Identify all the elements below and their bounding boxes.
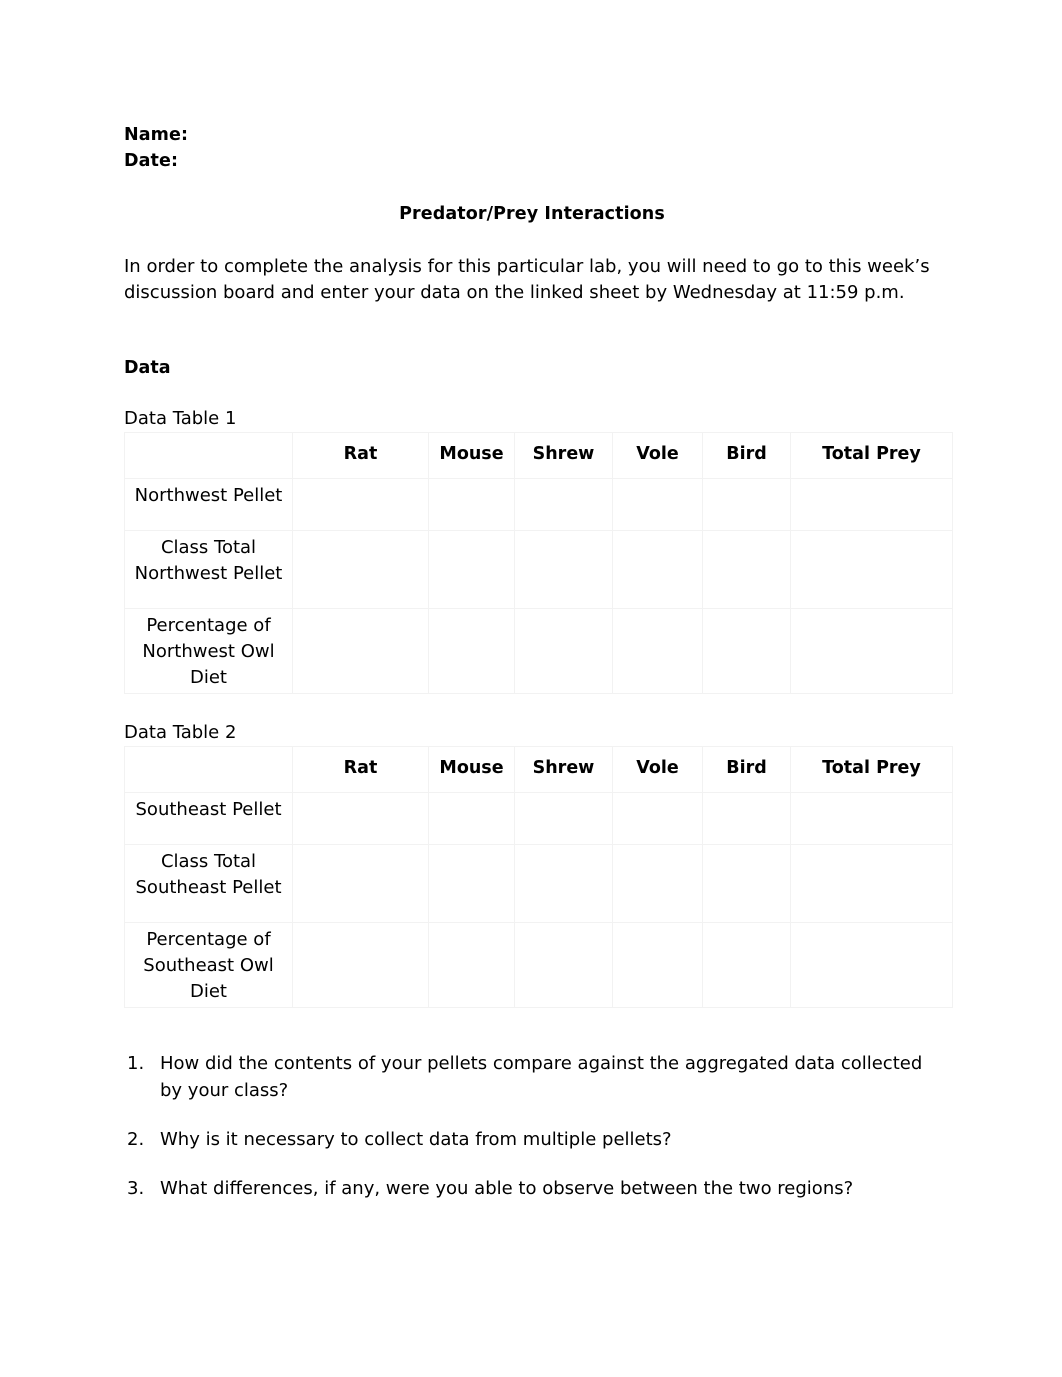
data-table-1-wrapper: Rat Mouse Shrew Vole Bird Total Prey Nor… (124, 432, 953, 694)
column-header-rat: Rat (292, 746, 429, 793)
cell-total-prey[interactable] (790, 792, 953, 845)
row-label-percentage-southeast-owl-diet: Percentage of Southeast Owl Diet (124, 922, 293, 1008)
row-label-class-total-northwest-pellet: Class Total Northwest Pellet (124, 530, 293, 609)
date-label: Date: (124, 151, 179, 171)
data-table-1-header-row: Rat Mouse Shrew Vole Bird Total Prey (124, 432, 953, 479)
cell-mouse[interactable] (428, 922, 515, 1008)
row-label-southeast-pellet: Southeast Pellet (124, 792, 293, 845)
data-table-2-head: Rat Mouse Shrew Vole Bird Total Prey (124, 746, 953, 793)
cell-bird[interactable] (702, 530, 791, 609)
cell-vole[interactable] (612, 792, 703, 845)
question-number: 3. (127, 1178, 145, 1199)
list-item: 1. How did the contents of your pellets … (124, 1050, 924, 1104)
question-text: Why is it necessary to collect data from… (160, 1129, 672, 1150)
column-header-mouse: Mouse (428, 746, 515, 793)
question-text: How did the contents of your pellets com… (160, 1053, 923, 1101)
page-title: Predator/Prey Interactions (399, 204, 665, 224)
data-table-1-head: Rat Mouse Shrew Vole Bird Total Prey (124, 432, 953, 479)
column-header-vole: Vole (612, 746, 703, 793)
cell-total-prey[interactable] (790, 478, 953, 531)
row-label-percentage-northwest-owl-diet: Percentage of Northwest Owl Diet (124, 608, 293, 694)
cell-total-prey[interactable] (790, 844, 953, 923)
table-row: Class Total Northwest Pellet (124, 530, 953, 609)
cell-bird[interactable] (702, 922, 791, 1008)
row-label-class-total-southeast-pellet: Class Total Southeast Pellet (124, 844, 293, 923)
column-header-shrew: Shrew (514, 432, 613, 479)
column-header-total-prey: Total Prey (790, 432, 953, 479)
questions-list: 1. How did the contents of your pellets … (124, 1050, 940, 1202)
question-number: 1. (127, 1053, 145, 1074)
cell-mouse[interactable] (428, 792, 515, 845)
cell-mouse[interactable] (428, 608, 515, 694)
column-header-vole: Vole (612, 432, 703, 479)
document-page: Name: Date: Predator/Prey Interactions I… (0, 0, 1062, 1377)
data-table-2-body: Southeast Pellet Class Total Southeast P… (124, 792, 953, 1008)
cell-total-prey[interactable] (790, 530, 953, 609)
column-header-bird: Bird (702, 432, 791, 479)
cell-rat[interactable] (292, 792, 429, 845)
cell-rat[interactable] (292, 608, 429, 694)
cell-rat[interactable] (292, 922, 429, 1008)
table-row: Class Total Southeast Pellet (124, 844, 953, 923)
list-item: 2. Why is it necessary to collect data f… (124, 1126, 924, 1153)
table-row: Percentage of Southeast Owl Diet (124, 922, 953, 1008)
column-header-mouse: Mouse (428, 432, 515, 479)
data-section-heading: Data (124, 358, 171, 378)
name-date-block: Name: Date: (124, 122, 940, 174)
list-item: 3. What differences, if any, were you ab… (124, 1175, 924, 1202)
column-header-rat: Rat (292, 432, 429, 479)
cell-rat[interactable] (292, 478, 429, 531)
cell-mouse[interactable] (428, 844, 515, 923)
cell-rat[interactable] (292, 844, 429, 923)
column-header-shrew: Shrew (514, 746, 613, 793)
cell-bird[interactable] (702, 792, 791, 845)
data-table-2: Rat Mouse Shrew Vole Bird Total Prey Sou… (124, 746, 953, 1008)
cell-vole[interactable] (612, 478, 703, 531)
row-label-northwest-pellet: Northwest Pellet (124, 478, 293, 531)
data-table-1-caption: Data Table 1 (124, 408, 237, 429)
table-row: Southeast Pellet (124, 792, 953, 845)
cell-vole[interactable] (612, 844, 703, 923)
data-table-2-caption: Data Table 2 (124, 722, 237, 743)
corner-cell (124, 746, 293, 793)
column-header-total-prey: Total Prey (790, 746, 953, 793)
cell-rat[interactable] (292, 530, 429, 609)
data-table-2-header-row: Rat Mouse Shrew Vole Bird Total Prey (124, 746, 953, 793)
intro-paragraph: In order to complete the analysis for th… (124, 256, 930, 303)
data-table-2-wrapper: Rat Mouse Shrew Vole Bird Total Prey Sou… (124, 746, 953, 1008)
document-content: Name: Date: Predator/Prey Interactions I… (124, 0, 953, 1224)
cell-shrew[interactable] (514, 530, 613, 609)
cell-shrew[interactable] (514, 922, 613, 1008)
cell-mouse[interactable] (428, 530, 515, 609)
table-row: Northwest Pellet (124, 478, 953, 531)
data-table-1: Rat Mouse Shrew Vole Bird Total Prey Nor… (124, 432, 953, 694)
cell-bird[interactable] (702, 608, 791, 694)
question-number: 2. (127, 1129, 145, 1150)
cell-bird[interactable] (702, 844, 791, 923)
cell-shrew[interactable] (514, 608, 613, 694)
cell-shrew[interactable] (514, 792, 613, 845)
data-table-1-body: Northwest Pellet Class Total Northwest P… (124, 478, 953, 694)
question-text: What differences, if any, were you able … (160, 1178, 854, 1199)
cell-mouse[interactable] (428, 478, 515, 531)
name-label: Name: (124, 125, 189, 145)
column-header-bird: Bird (702, 746, 791, 793)
cell-total-prey[interactable] (790, 922, 953, 1008)
cell-vole[interactable] (612, 608, 703, 694)
cell-shrew[interactable] (514, 478, 613, 531)
cell-total-prey[interactable] (790, 608, 953, 694)
table-row: Percentage of Northwest Owl Diet (124, 608, 953, 694)
corner-cell (124, 432, 293, 479)
cell-shrew[interactable] (514, 844, 613, 923)
cell-bird[interactable] (702, 478, 791, 531)
cell-vole[interactable] (612, 530, 703, 609)
cell-vole[interactable] (612, 922, 703, 1008)
